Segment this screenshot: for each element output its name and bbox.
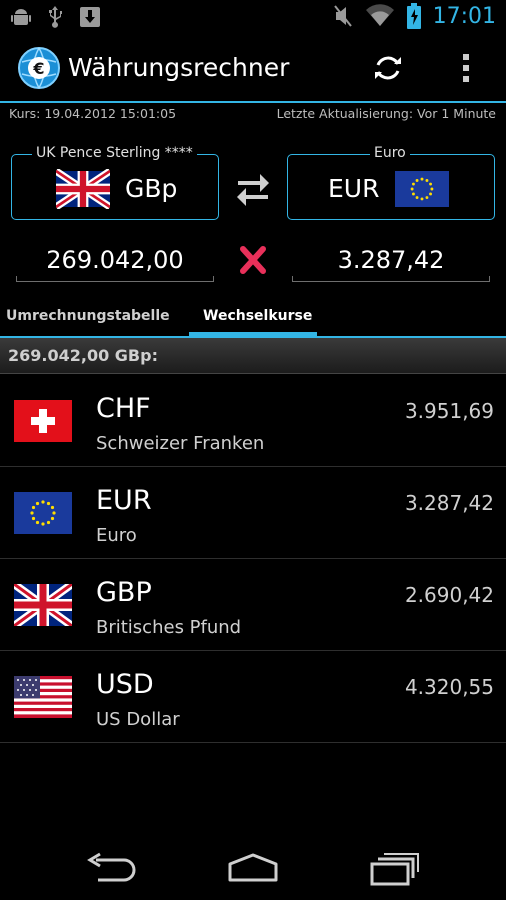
currency-name: Euro (96, 525, 137, 546)
from-currency-code: GBp (125, 174, 178, 203)
from-currency-selector[interactable]: UK Pence Sterling **** GBp (11, 145, 219, 220)
currency-name: Britisches Pfund (96, 617, 242, 638)
tab-wechselkurse[interactable]: Wechselkurse (203, 308, 312, 324)
uk-flag-icon (56, 169, 110, 209)
action-bar: € Währungsrechner (0, 34, 506, 102)
currency-code: EUR (96, 485, 152, 516)
currency-value: 2.690,42 (404, 583, 494, 607)
clock: 17:01 (432, 3, 496, 29)
to-currency-label: Euro (370, 145, 410, 161)
to-amount-value: 3.287,42 (337, 246, 445, 274)
from-currency-label: UK Pence Sterling **** (32, 145, 197, 161)
uk-flag-icon (14, 584, 72, 626)
currency-value: 3.951,69 (404, 399, 494, 423)
swiss-flag-icon (14, 400, 72, 442)
app-title: Währungsrechner (68, 53, 290, 82)
currency-code: USD (96, 669, 154, 700)
download-icon (80, 7, 100, 27)
to-amount-input[interactable]: 3.287,42 (292, 240, 490, 282)
euro-globe-logo[interactable]: € (18, 47, 60, 89)
eu-flag-icon (14, 492, 72, 534)
svg-text:€: € (32, 59, 44, 78)
clear-icon[interactable] (238, 246, 268, 274)
home-icon[interactable] (226, 852, 280, 884)
to-currency-selector[interactable]: Euro EUR (287, 145, 495, 220)
recent-apps-icon[interactable] (368, 852, 420, 886)
tab-umrechnungstabelle[interactable]: Umrechnungstabelle (6, 308, 170, 324)
from-amount-underline (16, 276, 214, 282)
list-item[interactable]: CHF Schweizer Franken 3.951,69 (0, 375, 506, 467)
swap-icon[interactable] (236, 170, 270, 206)
battery-charging-icon (406, 3, 421, 29)
list-header: 269.042,00 GBp: (0, 338, 506, 374)
android-debug-icon (11, 9, 31, 25)
navigation-bar (0, 838, 506, 900)
action-bar-divider (0, 101, 506, 103)
refresh-icon[interactable] (372, 52, 404, 84)
wifi-icon (365, 4, 394, 26)
overflow-menu-icon[interactable] (458, 52, 474, 84)
currency-code: CHF (96, 393, 151, 424)
currency-code: GBP (96, 577, 152, 608)
to-currency-code: EUR (328, 174, 380, 203)
last-update: Letzte Aktualisierung: Vor 1 Minute (276, 106, 496, 121)
from-amount-input[interactable]: 269.042,00 (16, 240, 214, 282)
currency-name: Schweizer Franken (96, 433, 265, 454)
currency-value: 3.287,42 (404, 491, 494, 515)
eu-flag-icon (395, 171, 449, 207)
from-amount-value: 269.042,00 (46, 246, 184, 274)
currency-value: 4.320,55 (404, 675, 494, 699)
usb-icon (49, 6, 62, 28)
us-flag-icon (14, 676, 72, 718)
status-bar: 17:01 (0, 0, 506, 34)
list-item[interactable]: USD US Dollar 4.320,55 (0, 651, 506, 743)
muted-icon (333, 5, 352, 27)
rate-timestamp: Kurs: 19.04.2012 15:01:05 (9, 106, 177, 121)
currency-name: US Dollar (96, 709, 180, 730)
list-header-label: 269.042,00 GBp: (8, 346, 158, 365)
to-amount-underline (292, 276, 490, 282)
list-item[interactable]: EUR Euro 3.287,42 (0, 467, 506, 559)
back-icon[interactable] (86, 852, 138, 884)
list-item[interactable]: GBP Britisches Pfund 2.690,42 (0, 559, 506, 651)
